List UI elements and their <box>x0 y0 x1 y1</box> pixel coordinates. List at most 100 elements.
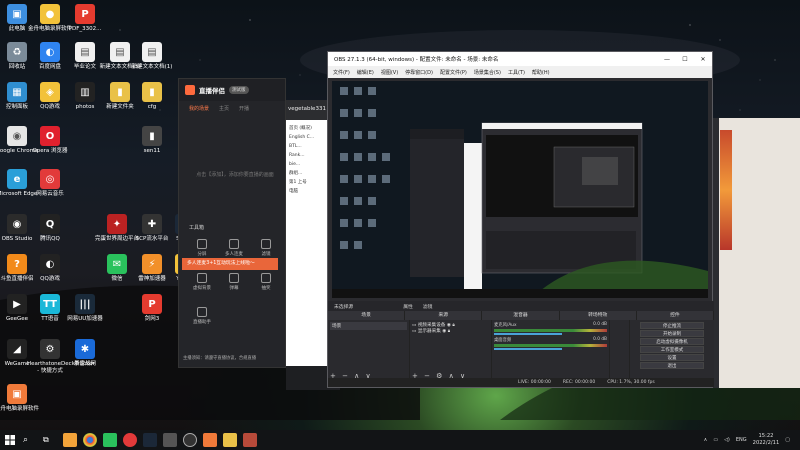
desktop-icon-label: PDF_3302... <box>68 26 102 32</box>
volume-icon[interactable]: ◁) <box>724 437 730 443</box>
toolbox-label: 工具箱 <box>189 225 205 231</box>
app-icon: ▶ <box>7 294 27 314</box>
desktop-icon[interactable]: ◎ 网易云音乐 <box>27 169 73 198</box>
taskbar-wechat-icon[interactable] <box>103 433 117 447</box>
rec-timer: REC: 00:00:00 <box>562 380 596 385</box>
menu-view[interactable]: 视图(V) <box>381 69 398 76</box>
taskbar-steam-icon[interactable] <box>143 433 157 447</box>
obs-preview-canvas[interactable] <box>332 81 708 298</box>
desktop-icon[interactable]: ▣ 金舟电脑录屏软件 <box>0 384 40 413</box>
tool-item[interactable]: 虚拟背景 <box>187 273 217 291</box>
exit-button[interactable]: 退出 <box>640 362 704 369</box>
volume-slider[interactable] <box>494 333 562 335</box>
dock-headers: 场景 来源 混音器 转场特效 控件 <box>328 311 715 320</box>
menu-file[interactable]: 文件(F) <box>333 69 350 76</box>
desktop-icon[interactable]: ▮ sen11 <box>129 126 175 155</box>
app-icon: ● <box>40 4 60 24</box>
minimize-icon[interactable]: — <box>658 56 676 63</box>
properties-button[interactable]: 属性 <box>403 303 413 310</box>
app-icon: P <box>75 4 95 24</box>
menu-help[interactable]: 帮助(H) <box>532 69 550 76</box>
app-icon: ▣ <box>7 4 27 24</box>
obs-studio-window[interactable]: OBS 27.1.3 (64-bit, windows) - 配置文件: 未命名… <box>327 51 715 388</box>
promo-banner[interactable]: 多人连麦3+1互动玩法上线啦～ <box>182 258 278 270</box>
desktop-icon[interactable]: Q 腾讯QQ <box>27 214 73 243</box>
close-icon[interactable]: ✕ <box>694 56 712 63</box>
start-button[interactable] <box>0 430 20 450</box>
live-streaming-app-window[interactable]: 直播伴侣 测试版 我的场景 主页 开播 点击【添加】，添加你要直播的画面 工具箱… <box>178 78 286 368</box>
settings-button[interactable]: 设置 <box>640 354 704 361</box>
live-tab-1[interactable]: 主页 <box>219 105 229 112</box>
desktop-icon-label: 网易UU加速器 <box>67 316 103 322</box>
tool-item[interactable]: 分屏 <box>187 239 217 257</box>
taskbar-chrome-icon[interactable] <box>83 433 97 447</box>
app-icon: ▤ <box>110 42 130 62</box>
tool-item[interactable]: 直播助手 <box>187 307 217 325</box>
no-source-selected-label: 未选择源 <box>334 304 354 310</box>
volume-slider[interactable] <box>494 348 562 350</box>
taskbar-netease-icon[interactable] <box>123 433 137 447</box>
maximize-icon[interactable]: ☐ <box>676 56 694 63</box>
live-tab-0[interactable]: 我的场景 <box>189 105 209 112</box>
live-tab-2[interactable]: 开播 <box>239 105 249 112</box>
desktop-icon[interactable]: ▤ 新建文本文档(1) <box>129 42 175 71</box>
clock-time: 15:22 <box>758 433 774 439</box>
desktop-icon-label: 新建文本文档(1) <box>131 64 173 70</box>
app-icon: ◐ <box>40 254 60 274</box>
sources-dock: ▭ 视频采集设备 ◉ 🔒︎ ▭ 显示器采集 ◉ 🔒︎ + − ⚙ ∧ ∨ <box>410 320 492 380</box>
task-view-icon[interactable]: ⧉ <box>43 435 57 445</box>
taskbar-game-icon[interactable] <box>243 433 257 447</box>
stop-streaming-button[interactable]: 停止推流 <box>640 322 704 329</box>
app-icon: ✚ <box>142 214 162 234</box>
search-icon[interactable]: ⌕ <box>23 435 37 445</box>
taskbar-folder-icon[interactable] <box>223 433 237 447</box>
live-app-header: 直播伴侣 测试版 <box>179 79 285 101</box>
clock[interactable]: 15:22 2022/2/11 <box>753 433 780 447</box>
desktop-icon[interactable]: O Opera 浏览器 <box>27 126 73 155</box>
audio-meter <box>494 329 607 332</box>
tool-item[interactable]: 抽奖 <box>251 273 281 291</box>
notification-icon[interactable]: ▢ <box>785 437 790 443</box>
window-controls: — ☐ ✕ <box>658 56 712 63</box>
taskbar: ⌕ ⧉ ∧ ▭ ◁) ENG 15:22 2022/2/11 ▢ <box>0 430 800 450</box>
tool-icon <box>197 239 207 249</box>
desktop-icon-label: sen11 <box>143 148 161 154</box>
transitions-dock-title: 转场特效 <box>559 311 637 320</box>
desktop-icon[interactable]: ◐ QQ游戏 <box>27 254 73 283</box>
menu-scene-collection[interactable]: 场景集合(S) <box>474 69 501 76</box>
menu-docks[interactable]: 停靠窗口(D) <box>405 69 433 76</box>
studio-mode-button[interactable]: 工作室模式 <box>640 346 704 353</box>
tray-chevron-icon[interactable]: ∧ <box>704 437 708 443</box>
mixer-channel: 麦克风/Aux 0.0 dB <box>494 322 607 335</box>
taskbar-live-app-icon[interactable] <box>203 433 217 447</box>
tool-item[interactable]: 滤镜 <box>251 239 281 257</box>
menu-profile[interactable]: 配置文件(P) <box>440 69 467 76</box>
tool-icon <box>261 273 271 283</box>
source-item[interactable]: ▭ 显示器采集 ◉ 🔒︎ <box>412 328 489 334</box>
taskbar-browser-icon[interactable] <box>63 433 77 447</box>
desktop-icon[interactable]: ✱ 暴雪战网 <box>62 339 108 368</box>
network-icon[interactable]: ▭ <box>713 437 718 443</box>
lock-icon[interactable]: 🔒︎ <box>448 329 450 334</box>
scenes-dock-title: 场景 <box>328 311 406 320</box>
virtual-camera-button[interactable]: 启动虚拟摄像机 <box>640 338 704 345</box>
desktop-icon[interactable]: ▮ cfg <box>129 82 175 111</box>
tool-item[interactable]: 多人连麦 <box>219 239 249 257</box>
input-language[interactable]: ENG <box>736 437 747 443</box>
taskbar-app-icon[interactable] <box>163 433 177 447</box>
obs-status-bar: LIVE: 00:00:00 REC: 00:00:00 CPU: 1.7%, … <box>328 378 714 387</box>
eye-icon[interactable]: ◉ <box>442 329 446 334</box>
controls-dock: 停止推流 开始录制 启动虚拟摄像机 工作室模式 设置 退出 <box>630 320 714 380</box>
menu-tools[interactable]: 工具(T) <box>508 69 525 76</box>
desktop-icon[interactable]: ||| 网易UU加速器 <box>62 294 108 323</box>
start-recording-button[interactable]: 开始录制 <box>640 330 704 337</box>
desktop-icon[interactable]: P 剑网3 <box>129 294 175 323</box>
desktop-icon[interactable]: P PDF_3302... <box>62 4 108 33</box>
menu-edit[interactable]: 编辑(E) <box>357 69 374 76</box>
system-tray: ∧ ▭ ◁) ENG 15:22 2022/2/11 ▢ <box>704 433 800 447</box>
scene-item[interactable]: 场景 <box>330 322 407 330</box>
tool-item[interactable]: 弹幕 <box>219 273 249 291</box>
lock-icon[interactable]: 🔒︎ <box>452 323 454 328</box>
taskbar-obs-icon[interactable] <box>183 433 197 447</box>
filters-button[interactable]: 滤镜 <box>423 303 433 310</box>
